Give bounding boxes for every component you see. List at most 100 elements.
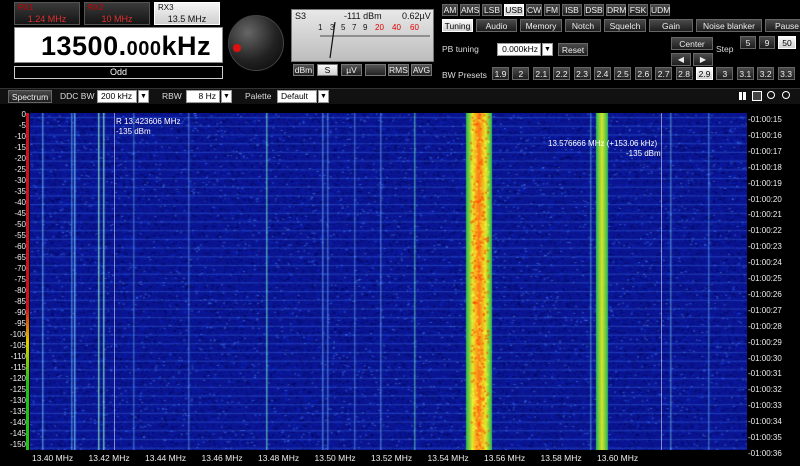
y-axis-tick-label: -5 xyxy=(18,121,26,130)
bw-preset-button[interactable]: 2.7 xyxy=(655,67,673,80)
time-axis-label: -01:00:24 xyxy=(748,258,782,268)
receiver-tab-rx2[interactable]: RX2 10 MHz xyxy=(84,2,150,25)
knob-marker-icon xyxy=(233,44,241,52)
time-axis-label: -01:00:28 xyxy=(748,321,782,331)
step-option-9[interactable]: 9 xyxy=(759,36,775,49)
tab-tuning[interactable]: Tuning xyxy=(442,19,473,32)
time-axis-label: -01:00:16 xyxy=(748,130,782,140)
time-axis-label: -01:00:27 xyxy=(748,305,782,315)
cursor-a-level: -135 dBm xyxy=(116,127,151,136)
tab-audio[interactable]: Audio xyxy=(476,19,517,32)
mode-lsb-button[interactable]: LSB xyxy=(482,4,502,16)
tune-right-arrow-icon[interactable]: ▶ xyxy=(693,53,713,66)
tab-gain[interactable]: Gain xyxy=(649,19,693,32)
ddc-bw-dropdown-icon[interactable]: ▼ xyxy=(138,90,149,103)
bw-preset-button[interactable]: 2.5 xyxy=(614,67,632,80)
mode-dsb-button[interactable]: DSB xyxy=(584,4,604,16)
pb-tuning-dropdown-icon[interactable]: ▼ xyxy=(542,43,553,56)
tune-left-arrow-icon[interactable]: ◀ xyxy=(671,53,691,66)
tab-noise-blanker[interactable]: Noise blanker xyxy=(696,19,762,32)
time-axis-label: -01:00:29 xyxy=(748,337,782,347)
bw-preset-button[interactable]: 2.6 xyxy=(634,67,652,80)
tuning-knob[interactable] xyxy=(228,15,284,71)
pause-icon[interactable] xyxy=(739,92,742,100)
bw-preset-button[interactable]: 2.1 xyxy=(532,67,550,80)
cursor-a-frequency: R 13.423606 MHz xyxy=(116,117,181,126)
rbw-dropdown-icon[interactable]: ▼ xyxy=(221,90,232,103)
frequency-display[interactable]: 13500.000kHz xyxy=(14,27,223,63)
bw-preset-button[interactable]: 1.9 xyxy=(492,67,509,80)
meter-uv-button[interactable]: µV xyxy=(341,64,362,76)
pause-icon-bar xyxy=(743,92,746,100)
meter-avg-button[interactable]: AVG xyxy=(411,64,432,76)
frequency-value: 13500.000kHz xyxy=(41,31,211,62)
step-option-5[interactable]: 5 xyxy=(740,36,756,49)
cursor-a-line[interactable] xyxy=(114,113,115,450)
y-axis-tick-label: -45 xyxy=(14,209,26,218)
mode-am-button[interactable]: AM xyxy=(442,4,458,16)
step-option-50[interactable]: 50 xyxy=(778,36,796,49)
mode-udm-button[interactable]: UDM xyxy=(650,4,670,16)
tab-notch[interactable]: Notch xyxy=(565,19,601,32)
meter-s-button[interactable]: S xyxy=(317,64,338,76)
y-axis-tick-label: -80 xyxy=(14,286,26,295)
bw-preset-button[interactable]: 2.8 xyxy=(675,67,693,80)
spectrum-button[interactable]: Spectrum xyxy=(8,90,52,103)
bw-preset-button[interactable]: 3.3 xyxy=(777,67,795,80)
mode-cw-button[interactable]: CW xyxy=(526,4,542,16)
bw-preset-button[interactable]: 2.9 xyxy=(696,67,713,80)
pb-reset-button[interactable]: Reset xyxy=(558,43,588,56)
time-axis-label: -01:00:23 xyxy=(748,242,782,252)
bw-presets-label: BW Presets xyxy=(442,70,487,80)
bw-preset-button[interactable]: 2.3 xyxy=(573,67,591,80)
receiver-tab-rx3[interactable]: RX3 13.5 MHz xyxy=(154,2,220,25)
bw-preset-button[interactable]: 2.2 xyxy=(553,67,571,80)
save-icon[interactable] xyxy=(752,91,762,101)
y-axis-tick-label: -10 xyxy=(14,132,26,141)
pb-tuning-label: PB tuning xyxy=(442,44,479,54)
waterfall-display[interactable] xyxy=(30,113,747,450)
ddc-bw-select[interactable]: 200 kHz xyxy=(97,90,137,103)
time-axis-label: -01:00:31 xyxy=(748,369,782,379)
tab-pause[interactable]: Pause xyxy=(765,19,800,32)
mode-usb-button[interactable]: USB xyxy=(504,4,524,16)
y-axis-tick-label: -150 xyxy=(9,440,26,449)
mode-fsk-button[interactable]: FSK xyxy=(628,4,648,16)
y-axis-tick-label: -40 xyxy=(14,198,26,207)
pb-tuning-input[interactable]: 0.000kHz xyxy=(497,43,541,56)
cursor-b-frequency: 13.576666 MHz (+153.06 kHz) xyxy=(548,139,658,148)
meter-rms-button[interactable]: RMS xyxy=(388,64,409,76)
receiver-tab-frequency: 1.24 MHz xyxy=(27,14,67,24)
meter-dbm-button[interactable]: dBm xyxy=(293,64,314,76)
bw-preset-button[interactable]: 3.1 xyxy=(736,67,754,80)
time-axis-label: -01:00:20 xyxy=(748,194,782,204)
cursor-b-line[interactable] xyxy=(661,113,662,450)
palette-select[interactable]: Default xyxy=(277,90,317,103)
receiver-tab-rx1[interactable]: RX1 1.24 MHz xyxy=(14,2,80,25)
bw-preset-button[interactable]: 3.2 xyxy=(757,67,775,80)
y-axis-tick-label: -70 xyxy=(14,264,26,273)
bw-preset-button[interactable]: 3 xyxy=(716,67,734,80)
center-button[interactable]: Center xyxy=(671,37,713,50)
tab-squelch[interactable]: Squelch xyxy=(604,19,646,32)
y-axis-tick-label: -55 xyxy=(14,231,26,240)
s-meter: S3 -111 dBm 0.62µV 1 3 5 7 9 20 40 60 xyxy=(291,9,434,62)
zoom-out-icon[interactable] xyxy=(782,91,790,99)
rbw-select[interactable]: 8 Hz xyxy=(186,90,220,103)
mode-isb-button[interactable]: ISB xyxy=(562,4,582,16)
mode-ams-button[interactable]: AMS xyxy=(460,4,480,16)
y-axis-tick-label: -100 xyxy=(9,330,26,339)
receiver-tab-title: RX2 xyxy=(88,3,104,12)
bw-preset-button[interactable]: 2.4 xyxy=(594,67,611,80)
zoom-in-icon[interactable] xyxy=(767,91,775,99)
tab-memory[interactable]: Memory xyxy=(520,19,562,32)
mode-fm-button[interactable]: FM xyxy=(544,4,560,16)
meter-blank-button[interactable] xyxy=(365,64,386,76)
palette-label: Palette xyxy=(245,91,272,101)
y-axis-tick-label: -75 xyxy=(14,275,26,284)
y-axis-tick-label: -115 xyxy=(10,363,26,372)
palette-dropdown-icon[interactable]: ▼ xyxy=(318,90,329,103)
time-axis-label: -01:00:35 xyxy=(748,433,782,442)
bw-preset-button[interactable]: 2 xyxy=(512,67,530,80)
mode-drm-button[interactable]: DRM xyxy=(606,4,626,16)
